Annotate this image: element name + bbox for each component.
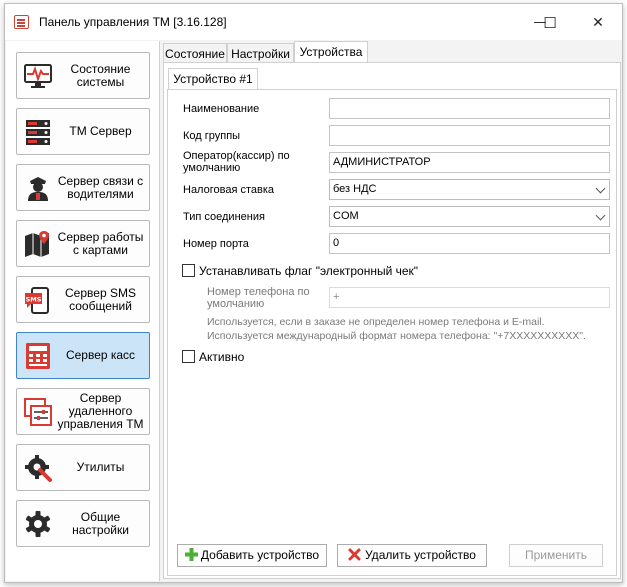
tax-rate-select[interactable]: без НДС xyxy=(329,179,610,200)
tab-devices[interactable]: Устройства xyxy=(294,41,368,63)
tab-device-1[interactable]: Устройство #1 xyxy=(168,68,258,89)
sidebar-item-label: Сервер работы с картами xyxy=(57,229,144,257)
red-x-icon xyxy=(348,548,361,561)
gear-icon xyxy=(25,511,51,537)
sidebar-item-label: Сервер удаленного управления ТМ xyxy=(57,391,144,431)
phone-hint-line1: Используется, если в заказе не определен… xyxy=(207,316,545,328)
sidebar-item-general-settings[interactable]: Общие настройки xyxy=(16,500,150,547)
map-icon xyxy=(25,231,49,257)
sidebar-item-driver-server[interactable]: Сервер связи с водителями xyxy=(16,164,150,211)
tab-status[interactable]: Состояние xyxy=(163,43,227,63)
sidebar-item-sms-server[interactable]: SMS Сервер SMS сообщений xyxy=(16,276,150,323)
name-input[interactable] xyxy=(329,98,610,119)
chevron-down-icon xyxy=(595,183,606,194)
sidebar-item-tm-server[interactable]: ТМ Сервер xyxy=(16,108,150,155)
connection-type-select[interactable]: COM xyxy=(329,206,610,227)
sidebar: Состояние системы ТМ Сервер Сервер связи… xyxy=(6,41,160,581)
add-device-label: Добавить устройство xyxy=(200,548,320,562)
tab-settings[interactable]: Настройки xyxy=(227,43,294,63)
sidebar-item-label: Сервер касс xyxy=(65,348,136,362)
device-form: Наименование Код группы Оператор(кассир)… xyxy=(167,89,617,576)
sidebar-item-label: Сервер SMS сообщений xyxy=(65,285,136,313)
operator-input[interactable]: АДМИНИСТРАТОР xyxy=(329,152,610,173)
active-label: Активно xyxy=(199,350,245,364)
default-phone-label-line2: умолчанию xyxy=(207,298,265,310)
sidebar-item-remote-control[interactable]: Сервер удаленного управления ТМ xyxy=(16,388,150,435)
connection-type-value: COM xyxy=(333,210,359,222)
sidebar-item-label: Общие настройки xyxy=(72,509,129,537)
sidebar-item-label: Сервер связи с водителями xyxy=(57,173,144,201)
devices-panel: Устройство #1 Наименование Код группы Оп… xyxy=(163,62,621,579)
close-button[interactable]: ✕ xyxy=(578,10,618,36)
operator-label: Оператор(кассир) по умолчанию xyxy=(183,150,290,174)
sidebar-item-label: Состояние системы xyxy=(70,61,131,89)
maximize-button[interactable]: ☐ xyxy=(530,10,570,36)
sidebar-item-system-status[interactable]: Состояние системы xyxy=(16,52,150,99)
name-label: Наименование xyxy=(183,103,260,115)
active-checkbox[interactable] xyxy=(182,350,195,363)
connection-type-label: Тип соединения xyxy=(183,211,265,223)
echeck-label: Устанавливать флаг "электронный чек" xyxy=(199,264,419,278)
default-phone-input[interactable]: + xyxy=(329,287,610,308)
echeck-checkbox[interactable] xyxy=(182,264,195,277)
add-device-button[interactable]: Добавить устройство xyxy=(177,544,327,567)
remote-control-icon xyxy=(24,398,52,426)
default-phone-label: Номер телефона по умолчанию xyxy=(207,286,310,310)
tools-icon xyxy=(25,455,52,482)
apply-button[interactable]: Применить xyxy=(509,544,603,567)
app-window: Панель управления ТМ [3.16.128] — ☐ ✕ Со… xyxy=(4,3,623,583)
plus-icon xyxy=(184,548,198,561)
footer-bar: Добавить устройство Удалить устройство П… xyxy=(161,544,623,569)
operator-label-line1: Оператор(кассир) по xyxy=(183,150,290,162)
app-icon xyxy=(14,15,29,29)
tax-rate-label: Налоговая ставка xyxy=(183,184,275,196)
sidebar-item-label: Утилиты xyxy=(76,460,125,474)
group-code-label: Код группы xyxy=(183,130,241,142)
operator-label-line2: умолчанию xyxy=(183,162,241,174)
sidebar-item-map-server[interactable]: Сервер работы с картами xyxy=(16,220,150,267)
title-bar: Панель управления ТМ [3.16.128] — ☐ ✕ xyxy=(5,4,622,40)
server-icon xyxy=(26,120,50,145)
sidebar-item-utilities[interactable]: Утилиты xyxy=(16,444,150,491)
svg-text:SMS: SMS xyxy=(26,296,42,304)
port-number-label: Номер порта xyxy=(183,238,249,250)
delete-device-button[interactable]: Удалить устройство xyxy=(337,544,487,567)
monitor-pulse-icon xyxy=(24,64,52,88)
cash-register-icon xyxy=(26,343,50,369)
main-content: Состояние Настройки Устройства Устройств… xyxy=(161,41,623,581)
sidebar-item-label: ТМ Сервер xyxy=(69,124,132,138)
delete-device-label: Удалить устройство xyxy=(365,548,476,562)
port-number-input[interactable]: 0 xyxy=(329,233,610,254)
group-code-input[interactable] xyxy=(329,125,610,146)
chevron-down-icon xyxy=(595,210,606,221)
window-title: Панель управления ТМ [3.16.128] xyxy=(39,15,227,29)
phone-hint: Используется, если в заказе не определен… xyxy=(207,315,586,343)
tax-rate-value: без НДС xyxy=(333,183,377,195)
sms-icon: SMS xyxy=(25,287,49,314)
phone-hint-line2: Используется международный формат номера… xyxy=(207,330,586,342)
driver-icon xyxy=(28,177,48,201)
default-phone-label-line1: Номер телефона по xyxy=(207,286,310,298)
sidebar-item-cash-server[interactable]: Сервер касс xyxy=(16,332,150,379)
